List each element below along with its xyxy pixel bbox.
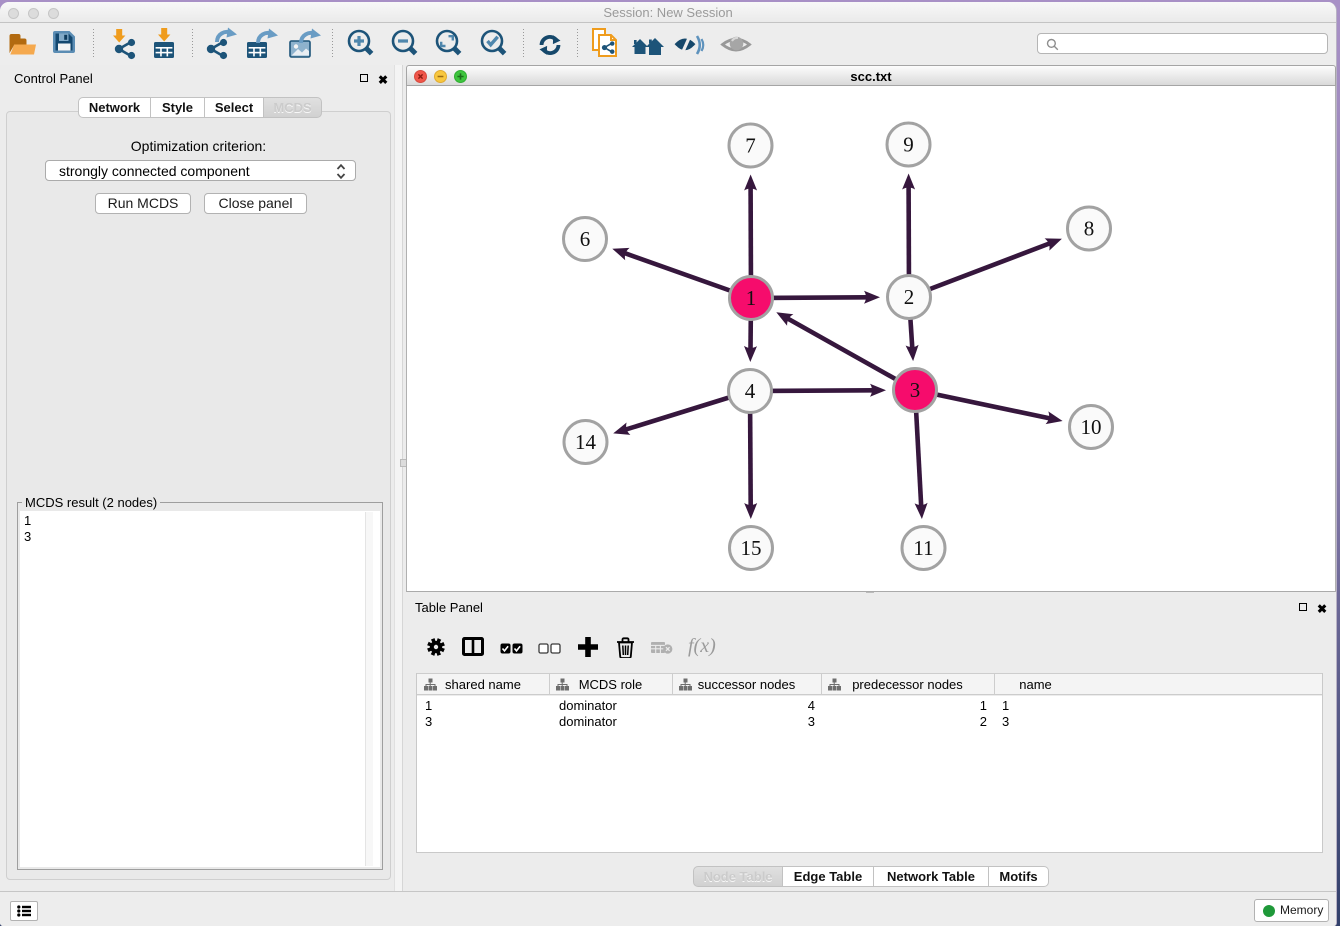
svg-text:11: 11 (913, 536, 933, 560)
svg-text:7: 7 (745, 134, 756, 158)
svg-text:1: 1 (746, 286, 757, 310)
svg-text:9: 9 (903, 133, 914, 157)
svg-text:6: 6 (580, 227, 591, 251)
svg-text:8: 8 (1084, 217, 1095, 241)
svg-text:14: 14 (575, 430, 597, 454)
svg-text:4: 4 (745, 379, 756, 403)
svg-text:2: 2 (904, 285, 915, 309)
svg-text:15: 15 (741, 536, 762, 560)
svg-text:3: 3 (910, 378, 921, 402)
svg-text:10: 10 (1081, 415, 1102, 439)
